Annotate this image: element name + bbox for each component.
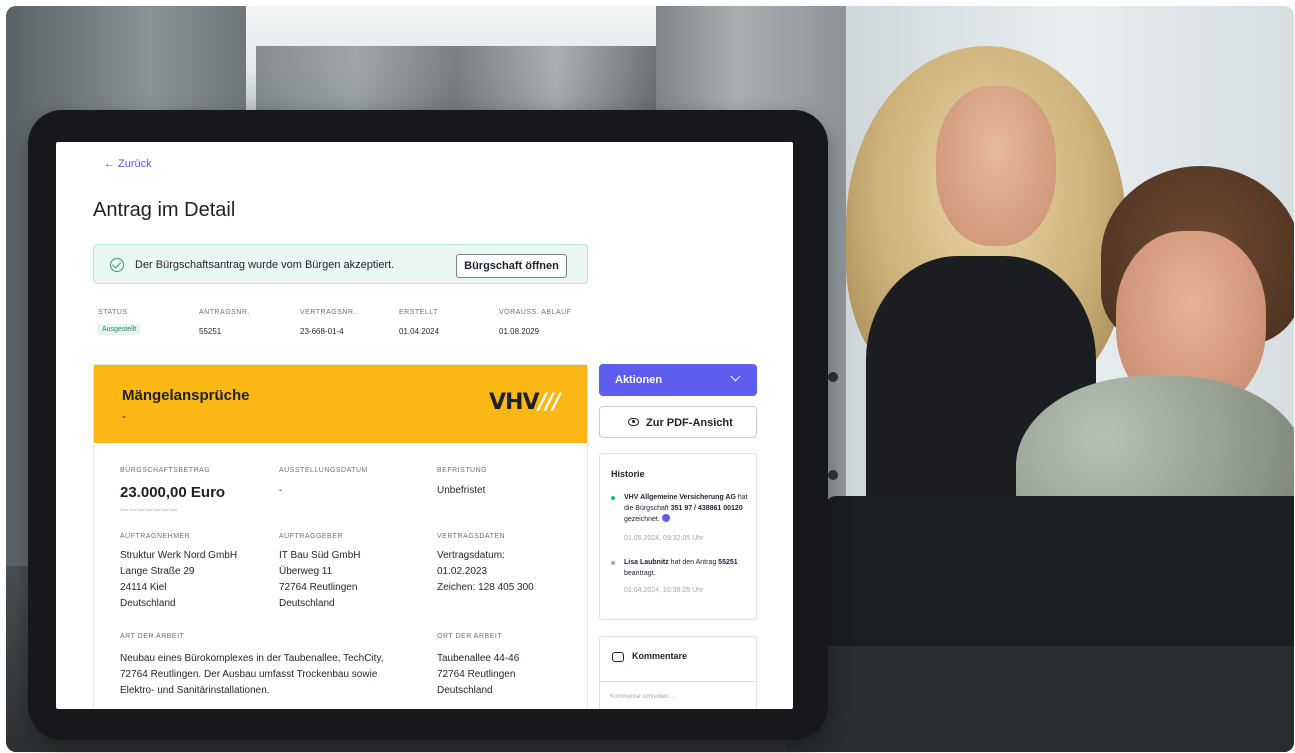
vertragsdaten-label: VERTRAGSDATEN <box>437 533 506 540</box>
vertragsdaten-line: 01.02.2023 <box>437 566 488 577</box>
tablet-side-button <box>828 470 838 480</box>
actions-label: Aktionen <box>615 374 663 386</box>
history-entry-text: VHV Allgemeine Versicherung AG hat die B… <box>624 492 752 525</box>
page-title: Antrag im Detail <box>93 199 236 221</box>
history-title: Historie <box>611 469 645 479</box>
art-label: ART DER ARBEIT <box>120 633 185 640</box>
back-link[interactable]: ← Zurück <box>104 158 152 170</box>
auftragnehmer-line: 24114 Kiel <box>120 582 167 593</box>
check-circle-icon <box>110 258 124 272</box>
guarantee-card: Mängelansprüche - VHV/// BÜRGSCHAFTSBETR… <box>93 364 588 709</box>
ablauf-value: 01.08.2029 <box>499 327 540 336</box>
history-dot-success <box>611 496 615 500</box>
pdf-view-button[interactable]: Zur PDF-Ansicht <box>599 406 757 438</box>
open-guarantee-button[interactable]: Bürgschaft öffnen <box>456 254 567 278</box>
vertragsdaten-line: Zeichen: 128 405 300 <box>437 582 534 593</box>
history-entry-text: Lisa Laubnitz hat den Antrag 55251 beant… <box>624 557 752 579</box>
tablet-camera-dot <box>828 372 838 382</box>
auftraggeber-line: IT Bau Süd GmbH <box>279 550 361 561</box>
ort-line: 72764 Reutlingen <box>437 669 516 680</box>
history-entry-timestamp: 01.04.2024, 10:38:25 Uhr <box>624 587 704 594</box>
ablauf-label: VORAUSS. ABLAUF <box>499 309 572 316</box>
history-entry-end: gezeichnet. <box>624 516 660 523</box>
history-entry-actor: Lisa Laubnitz <box>624 559 669 566</box>
comment-input[interactable]: Kommentar schreiben ... <box>610 694 675 700</box>
history-entry-timestamp: 01.05.2024, 09:32:05 Uhr <box>624 535 704 542</box>
erstellt-label: ERSTELLT <box>399 309 438 316</box>
art-line: Neubau eines Bürokomplexes in der Tauben… <box>120 653 384 664</box>
divider <box>600 681 756 682</box>
betrag-label: BÜRGSCHAFTSBETRAG <box>120 467 211 474</box>
alert-message: Der Bürgschaftsantrag wurde vom Bürgen a… <box>135 259 395 271</box>
card-header: Mängelansprüche - VHV/// <box>94 365 587 443</box>
history-entry-ref: 351 97 / 438861 00120 <box>670 505 743 512</box>
befristung-value: Unbefristet <box>437 485 486 496</box>
ort-label: ORT DER ARBEIT <box>437 633 503 640</box>
history-entry-action: hat den Antrag <box>668 559 719 566</box>
vhv-logo-text: VHV <box>489 390 539 415</box>
pdf-view-label: Zur PDF-Ansicht <box>646 417 733 429</box>
monitor-foreground <box>786 646 1294 752</box>
comments-title: Kommentare <box>632 651 688 661</box>
status-label: STATUS <box>98 309 128 316</box>
city-skyline <box>256 46 656 116</box>
auftragnehmer-line: Struktur Werk Nord GmbH <box>120 550 238 561</box>
status-badge: Ausgestellt <box>98 324 141 335</box>
auftraggeber-label: AUFTRAGGEBER <box>279 533 343 540</box>
auftraggeber-line: Überweg 11 <box>279 566 333 577</box>
art-line: 72764 Reutlingen. Der Ausbau umfasst Tro… <box>120 669 378 680</box>
actions-dropdown[interactable]: Aktionen <box>599 364 757 396</box>
history-entry-ref: 55251 <box>718 559 738 566</box>
eye-icon <box>628 418 639 426</box>
back-label[interactable]: ← Zurück <box>104 158 152 170</box>
vertragsdaten-line: Vertragsdatum: <box>437 550 505 561</box>
vhv-logo-slashes: /// <box>538 390 560 415</box>
auftragnehmer-label: AUFTRAGNEHMER <box>120 533 191 540</box>
ausstellung-label: AUSSTELLUNGSDATUM <box>279 467 368 474</box>
chevron-down-icon <box>730 371 741 382</box>
ort-line: Deutschland <box>437 685 493 696</box>
card-title: Mängelansprüche <box>122 387 250 404</box>
betrag-words: Zwei Drei Null Null Null Null Null <box>120 507 177 512</box>
comment-icon <box>612 652 624 662</box>
auftragnehmer-line: Lange Straße 29 <box>120 566 195 577</box>
tablet-screen: ← Zurück Antrag im Detail Der Bürgschaft… <box>56 142 793 709</box>
success-alert: Der Bürgschaftsantrag wurde vom Bürgen a… <box>93 244 588 284</box>
vhv-logo: VHV/// <box>489 390 561 415</box>
auftragnehmer-line: Deutschland <box>120 598 176 609</box>
ort-line: Taubenallee 44-46 <box>437 653 520 664</box>
befristung-label: BEFRISTUNG <box>437 467 488 474</box>
vertragsnr-value: 23-668-01-4 <box>300 327 344 336</box>
art-line: Elektro- und Sanitärinstallationen. <box>120 685 270 696</box>
history-dot <box>611 561 615 565</box>
erstellt-value: 01.04.2024 <box>399 327 440 336</box>
history-panel: Historie VHV Allgemeine Versicherung AG … <box>599 453 757 620</box>
verified-badge-icon <box>661 514 670 522</box>
history-entry-end: beantragt. <box>624 570 656 577</box>
person-blonde-face <box>936 86 1056 246</box>
antragsnr-value: 55251 <box>199 327 222 336</box>
vertragsnr-label: VERTRAGSNR. <box>300 309 356 316</box>
history-entry-actor: VHV Allgemeine Versicherung AG <box>624 494 736 501</box>
betrag-value: 23.000,00 Euro <box>120 484 226 501</box>
auftraggeber-line: 72764 Reutlingen <box>279 582 358 593</box>
card-subtitle: - <box>122 409 126 423</box>
ausstellung-value: - <box>279 485 283 496</box>
antragsnr-label: ANTRAGSNR. <box>199 309 250 316</box>
auftraggeber-line: Deutschland <box>279 598 335 609</box>
comments-panel: Kommentare Kommentar schreiben ... <box>599 636 757 709</box>
